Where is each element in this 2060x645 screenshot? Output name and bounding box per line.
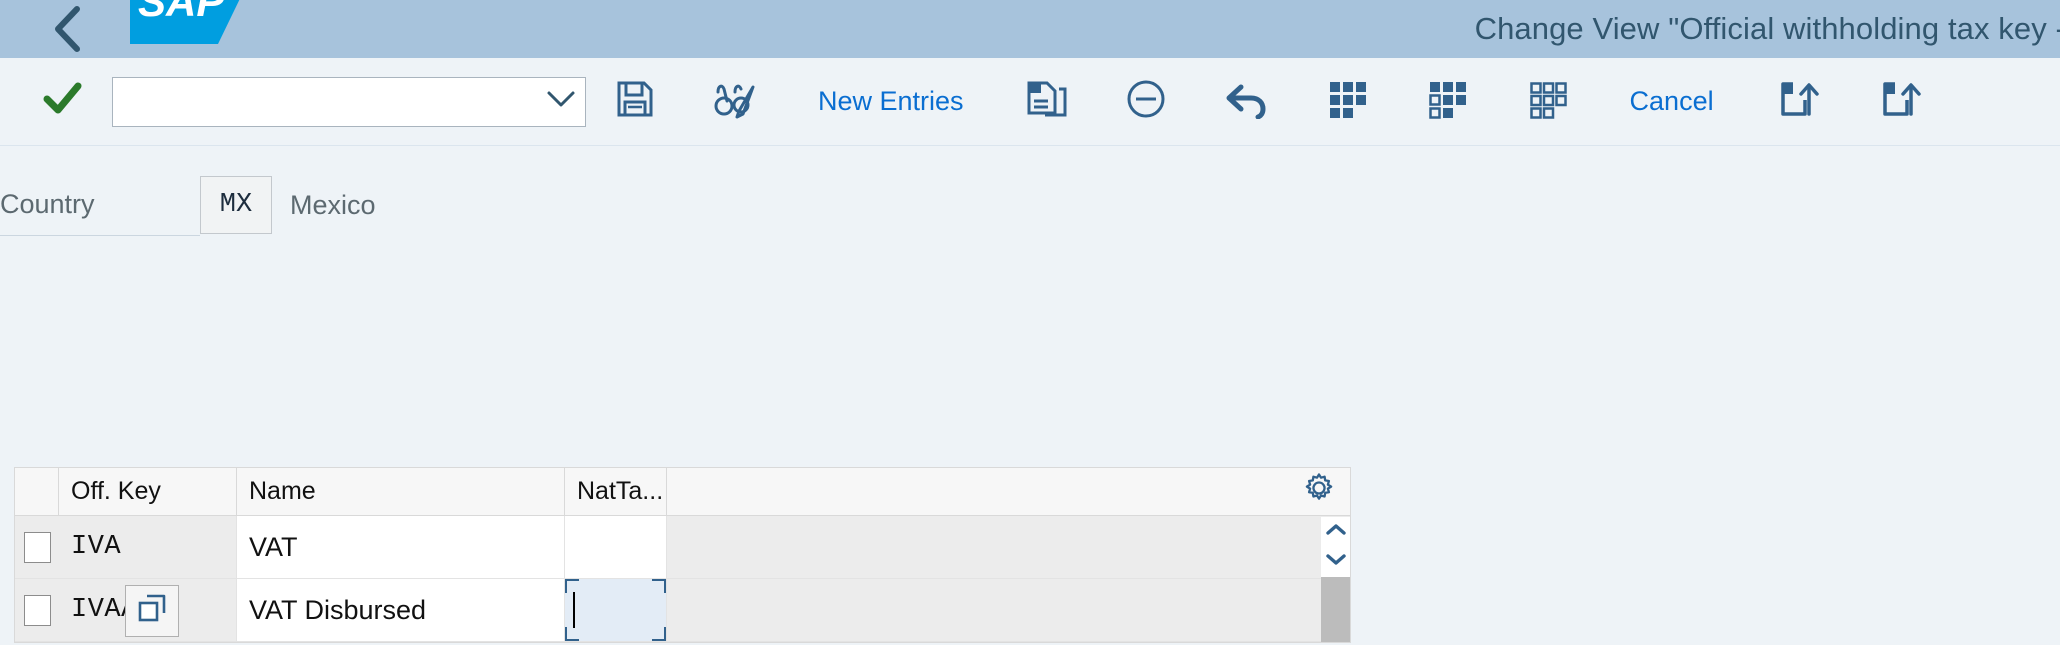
upload-arrow-icon — [1877, 78, 1921, 125]
shell-header: SAP Change View "Official withholding ta… — [0, 0, 2060, 58]
cell-nat-tax-focused[interactable] — [565, 579, 667, 642]
floppy-disk-save-icon — [615, 79, 655, 124]
cancel-label: Cancel — [1629, 86, 1714, 116]
deselect-all-button[interactable] — [1519, 58, 1577, 145]
command-dropdown-button[interactable] — [537, 78, 585, 126]
back-chevron-icon — [51, 4, 85, 54]
application-toolbar: New Entries Cancel — [0, 58, 2060, 146]
new-entries-label: New Entries — [818, 86, 964, 116]
back-button[interactable] — [48, 6, 88, 52]
cell-name[interactable]: VAT — [237, 516, 565, 579]
chevron-down-icon[interactable] — [1325, 553, 1347, 571]
undo-arrow-icon — [1225, 79, 1269, 124]
table-row[interactable]: IVA VAT — [15, 516, 1350, 579]
withholding-tax-key-table: Off. Key Name NatTa... IVA VAT IVAA VAT … — [14, 467, 1351, 643]
save-button[interactable] — [607, 58, 663, 145]
country-label: Country — [0, 174, 200, 236]
column-header-name[interactable]: Name — [237, 468, 565, 516]
chevron-down-icon — [546, 89, 576, 114]
cancel-button[interactable]: Cancel — [1598, 58, 1746, 145]
copy-as-button[interactable] — [1017, 58, 1075, 145]
export-alt-button[interactable] — [1869, 58, 1929, 145]
display-change-button[interactable] — [705, 58, 765, 145]
command-field[interactable] — [112, 76, 586, 127]
select-block-button[interactable] — [1419, 58, 1477, 145]
copy-document-icon — [1025, 79, 1067, 124]
new-entries-button[interactable]: New Entries — [786, 58, 996, 145]
grid-select-block-icon — [1427, 78, 1469, 125]
page-title: Change View "Official withholding tax ke… — [1474, 11, 2060, 46]
scroll-step-buttons[interactable] — [1321, 517, 1350, 577]
scrollbar-thumb[interactable] — [1321, 577, 1350, 642]
delete-button[interactable] — [1117, 58, 1175, 145]
command-input[interactable] — [113, 77, 537, 126]
row-select-cell[interactable] — [15, 579, 59, 642]
cell-name[interactable]: VAT Disbursed — [237, 579, 565, 642]
table-header-row: Off. Key Name NatTa... — [15, 468, 1350, 516]
content-area: Country MX Mexico Off. Key Name NatTa... — [0, 174, 2060, 645]
row-checkbox[interactable] — [23, 531, 51, 563]
grid-deselect-all-icon — [1527, 78, 1569, 125]
upload-arrow-icon — [1775, 78, 1819, 125]
cell-off-key[interactable]: IVA — [59, 516, 237, 579]
cell-nat-tax[interactable] — [565, 516, 667, 579]
country-filter-row: Country MX Mexico — [0, 174, 2060, 236]
table-vertical-scrollbar[interactable] — [1321, 517, 1350, 642]
text-cursor — [573, 592, 575, 628]
undo-button[interactable] — [1217, 58, 1277, 145]
focus-indicator — [565, 579, 666, 641]
svg-text:SAP: SAP — [138, 0, 225, 25]
column-header-select[interactable] — [15, 468, 59, 516]
column-header-filler — [667, 468, 1350, 516]
row-select-cell[interactable] — [15, 516, 59, 579]
glasses-pencil-icon — [713, 79, 757, 124]
chevron-up-icon[interactable] — [1325, 523, 1347, 541]
sap-logo[interactable]: SAP — [130, 0, 248, 58]
column-header-off-key[interactable]: Off. Key — [59, 468, 237, 516]
minus-circle-icon — [1125, 78, 1167, 125]
table-row[interactable]: IVAA VAT Disbursed — [15, 579, 1350, 642]
row-checkbox[interactable] — [23, 594, 51, 626]
confirm-button[interactable] — [34, 77, 90, 126]
table-settings-button[interactable] — [1304, 473, 1334, 510]
select-all-button[interactable] — [1319, 58, 1377, 145]
cell-filler — [667, 516, 1350, 579]
export-button[interactable] — [1767, 58, 1827, 145]
cell-filler — [125, 579, 1350, 642]
country-name-text: Mexico — [290, 189, 376, 220]
column-header-nat-tax[interactable]: NatTa... — [565, 468, 667, 516]
grid-select-all-icon — [1327, 78, 1369, 125]
green-check-icon — [40, 77, 84, 126]
country-code-field[interactable]: MX — [200, 176, 272, 234]
gear-icon — [1304, 473, 1334, 510]
